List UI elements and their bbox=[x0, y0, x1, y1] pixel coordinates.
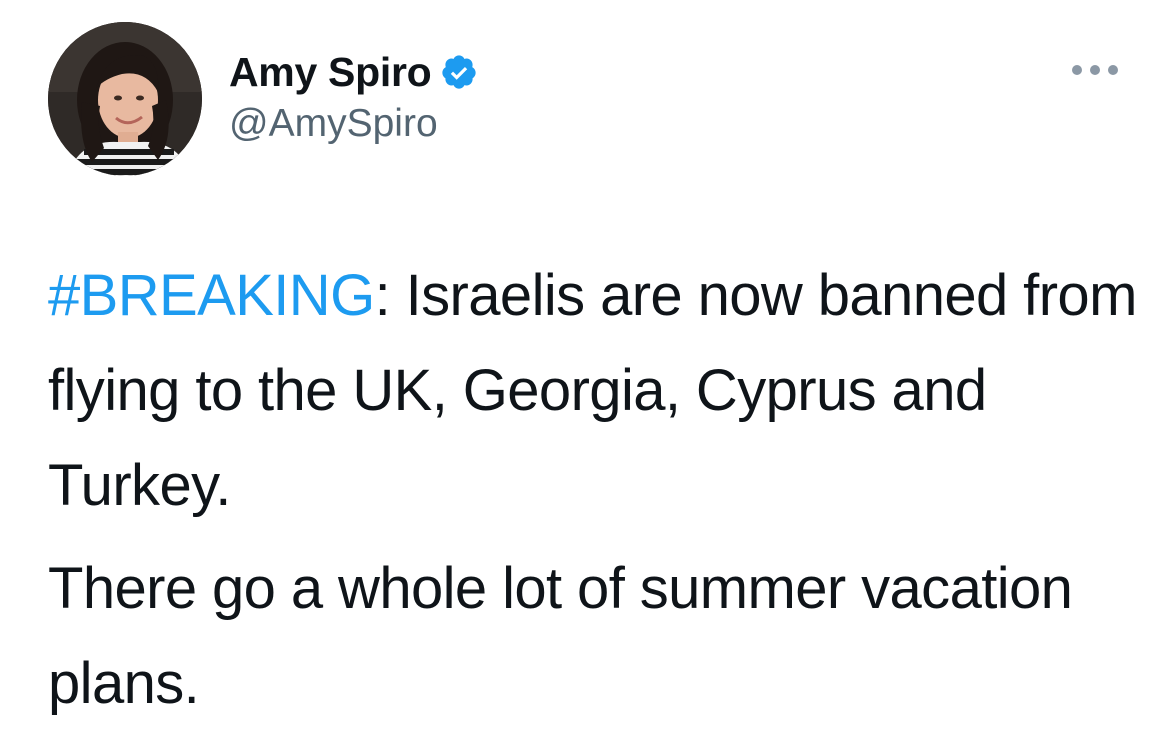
more-options-icon[interactable] bbox=[1072, 62, 1118, 78]
author-name-row: Amy Spiro bbox=[229, 44, 478, 100]
more-dot bbox=[1108, 65, 1118, 75]
avatar-photo bbox=[48, 22, 202, 176]
avatar[interactable] bbox=[48, 22, 202, 176]
hashtag-link[interactable]: #BREAKING bbox=[48, 263, 375, 328]
verified-badge-icon bbox=[440, 53, 478, 91]
more-dot bbox=[1072, 65, 1082, 75]
author-display-name[interactable]: Amy Spiro bbox=[229, 51, 432, 93]
more-dot bbox=[1090, 65, 1100, 75]
tweet-paragraph-1: #BREAKING: Israelis are now banned from … bbox=[48, 248, 1138, 533]
tweet-paragraph-2: There go a whole lot of summer vacation … bbox=[48, 556, 1073, 716]
tweet-card: Amy Spiro @AmySpiro #BREAKING: Israelis … bbox=[0, 0, 1170, 750]
author-handle[interactable]: @AmySpiro bbox=[229, 104, 438, 143]
tweet-text: #BREAKING: Israelis are now banned from … bbox=[48, 248, 1138, 731]
